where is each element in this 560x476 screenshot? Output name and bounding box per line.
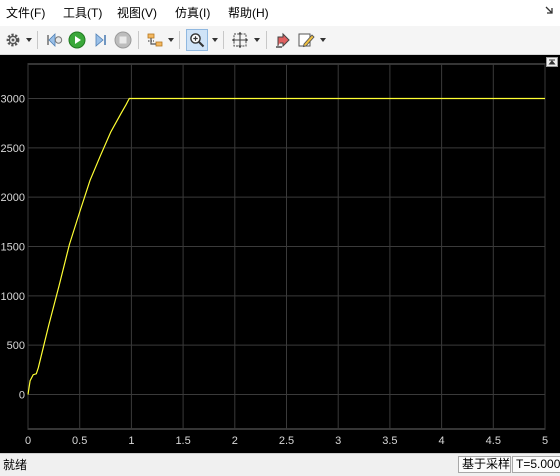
y-tick-label: 2000 — [1, 192, 25, 204]
menu-simulation[interactable]: 仿真(I) — [175, 5, 210, 21]
signal-select-dropdown[interactable] — [167, 29, 175, 51]
y-tick-label: 1000 — [1, 291, 25, 303]
menu-tools[interactable]: 工具(T) — [63, 5, 102, 21]
gear-icon — [5, 32, 21, 48]
toolbar-divider — [223, 31, 224, 49]
style-dropdown[interactable] — [319, 29, 327, 51]
settings-button[interactable] — [2, 29, 24, 51]
settings-dropdown[interactable] — [25, 29, 33, 51]
x-tick-label: 4 — [439, 435, 445, 447]
step-forward-button[interactable] — [89, 29, 111, 51]
x-tick-label: 4.5 — [486, 435, 501, 447]
chevron-down-icon — [168, 38, 174, 42]
expand-icon — [548, 59, 556, 65]
sample-mode-indicator: 基于采样 — [458, 456, 511, 473]
menu-bar: 文件(F) 工具(T) 视图(V) 仿真(I) 帮助(H) — [0, 0, 560, 27]
chevron-down-icon — [26, 38, 32, 42]
step-back-icon — [45, 32, 63, 48]
scope-plot-panel: 0 0.5 1 1.5 2 2.5 3 3.5 4 4.5 5 0 500 1000 1500 2000 250… — [0, 55, 560, 453]
zoom-in-icon — [189, 32, 205, 48]
x-tick-label: 5 — [542, 435, 548, 447]
menu-help[interactable]: 帮助(H) — [228, 5, 269, 21]
run-icon — [68, 31, 86, 49]
signal-select-icon — [146, 32, 164, 48]
toolbar — [0, 26, 560, 55]
x-tick-label: 2.5 — [279, 435, 294, 447]
toolbar-divider — [37, 31, 38, 49]
status-bar: 就绪 基于采样 T=5.000 — [0, 453, 560, 476]
toolbar-divider — [179, 31, 180, 49]
chevron-down-icon — [254, 38, 260, 42]
stop-icon — [114, 31, 132, 49]
style-pen-icon — [297, 31, 315, 49]
menu-view[interactable]: 视图(V) — [117, 5, 157, 21]
chevron-down-icon — [320, 38, 326, 42]
zoom-button[interactable] — [186, 29, 208, 51]
y-tick-label: 500 — [7, 340, 25, 352]
x-tick-label: 0 — [25, 435, 31, 447]
autoscale-icon — [231, 31, 249, 49]
expand-legend-button[interactable] — [546, 57, 558, 67]
stop-button[interactable] — [112, 29, 134, 51]
toolbar-divider — [266, 31, 267, 49]
autoscale-button[interactable] — [229, 29, 251, 51]
x-tick-label: 0.5 — [72, 435, 87, 447]
x-tick-label: 3.5 — [382, 435, 397, 447]
scope-plot[interactable]: 0 0.5 1 1.5 2 2.5 3 3.5 4 4.5 5 0 500 1000 1500 2000 250… — [0, 55, 560, 453]
y-tick-label: 2500 — [1, 143, 25, 155]
step-forward-icon — [91, 32, 109, 48]
toolbar-divider — [138, 31, 139, 49]
undock-arrow-icon[interactable] — [544, 4, 554, 14]
x-tick-label: 1.5 — [175, 435, 190, 447]
x-tick-label: 3 — [335, 435, 341, 447]
y-tick-label: 1500 — [1, 242, 25, 254]
step-back-button[interactable] — [43, 29, 65, 51]
x-tick-label: 1 — [128, 435, 134, 447]
sim-time-indicator: T=5.000 — [512, 456, 560, 473]
autoscale-dropdown[interactable] — [253, 29, 261, 51]
highlight-block-button[interactable] — [272, 29, 294, 51]
y-tick-label: 0 — [19, 389, 25, 401]
signal-select-button[interactable] — [144, 29, 166, 51]
chevron-down-icon — [212, 38, 218, 42]
y-tick-label: 3000 — [1, 94, 25, 106]
menu-file[interactable]: 文件(F) — [6, 5, 45, 21]
style-button[interactable] — [295, 29, 317, 51]
zoom-dropdown[interactable] — [211, 29, 219, 51]
highlight-block-icon — [274, 31, 292, 49]
run-button[interactable] — [66, 29, 88, 51]
x-tick-label: 2 — [232, 435, 238, 447]
status-text: 就绪 — [3, 458, 27, 472]
